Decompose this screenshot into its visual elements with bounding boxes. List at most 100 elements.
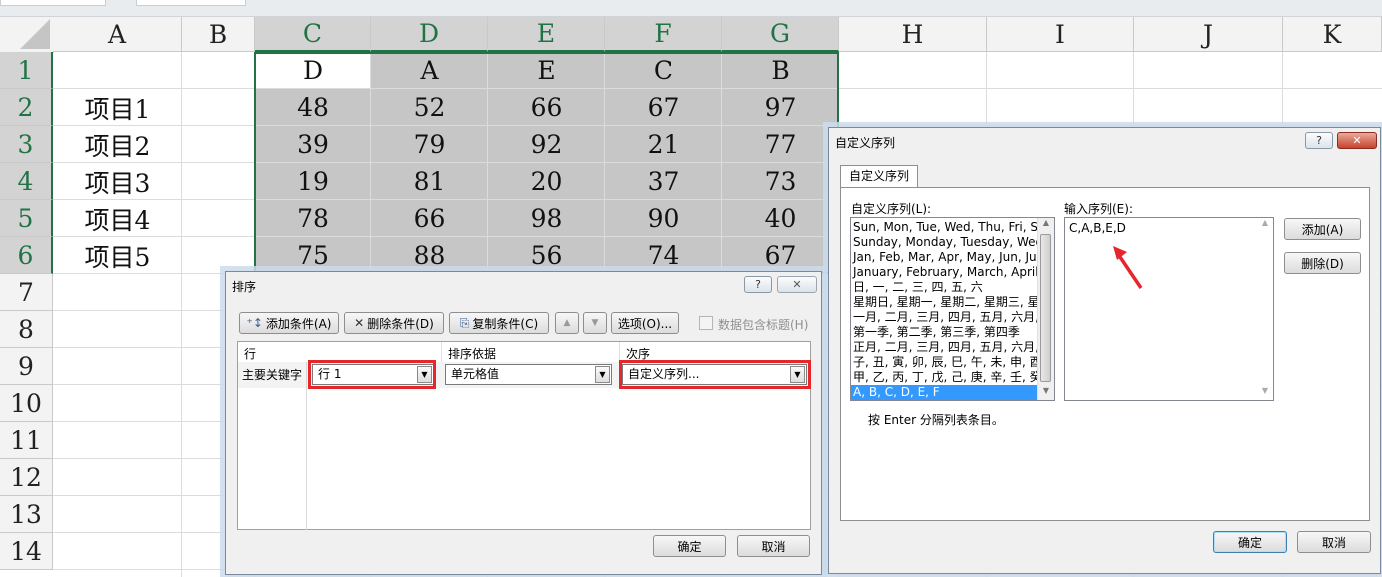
delete-level-label: 删除条件(D) xyxy=(367,316,434,331)
row-header-7[interactable]: 7 xyxy=(0,274,53,311)
column-header-e[interactable]: E xyxy=(488,17,605,52)
entries-scrollbar[interactable]: ▲ ▼ xyxy=(1257,218,1273,400)
row-header-5[interactable]: 5 xyxy=(0,200,53,237)
custom-list-item[interactable]: Sunday, Monday, Tuesday, Wed xyxy=(851,235,1038,250)
help-button[interactable]: ? xyxy=(1305,132,1333,149)
delete-button[interactable]: 删除(D) xyxy=(1284,252,1361,274)
arrow-down-icon: ▼ xyxy=(591,318,599,328)
entries-label: 输入序列(E): xyxy=(1064,202,1133,216)
custom-lists-listbox[interactable]: Sun, Mon, Tue, Wed, Thu, Fri, S Sunday, M… xyxy=(850,217,1055,401)
row-header-9[interactable]: 9 xyxy=(0,348,53,385)
custom-lists-dialog: 自定义序列 ? ✕ 自定义序列 自定义序列(L): 输入序列(E): Sun, … xyxy=(828,127,1381,574)
move-down-button[interactable]: ▼ xyxy=(583,312,607,334)
custom-list-item[interactable]: 子, 丑, 寅, 卯, 辰, 巳, 午, 未, 申, 酉 xyxy=(851,355,1038,370)
move-up-button[interactable]: ▲ xyxy=(555,312,579,334)
select-all-corner[interactable] xyxy=(0,17,54,53)
cell-label[interactable]: 项目2 xyxy=(53,126,182,163)
column-header-b[interactable]: B xyxy=(182,17,255,52)
hint-text: 按 Enter 分隔列表条目。 xyxy=(868,413,1004,427)
header-checkbox-label: 数据包含标题(H) xyxy=(718,318,809,332)
custom-list-item[interactable]: A, B, C, D, E, F xyxy=(851,385,1038,400)
column-header-i[interactable]: I xyxy=(987,17,1134,52)
column-header-j[interactable]: J xyxy=(1134,17,1283,52)
scroll-up-icon[interactable]: ▲ xyxy=(1038,218,1054,232)
col-header-sort-on: 排序依据 xyxy=(448,347,497,361)
row-header-6[interactable]: 6 xyxy=(0,237,53,274)
tab-custom-lists[interactable]: 自定义序列 xyxy=(840,165,918,188)
highlight-box xyxy=(619,360,811,389)
custom-list-item[interactable]: 甲, 乙, 丙, 丁, 戊, 己, 庚, 辛, 壬, 癸 xyxy=(851,370,1038,385)
entries-textarea[interactable]: C,A,B,E,D ▲ ▼ xyxy=(1064,217,1274,401)
add-button[interactable]: 添加(A) xyxy=(1284,218,1361,240)
cancel-button[interactable]: 取消 xyxy=(1297,531,1371,553)
sort-on-select[interactable]: 单元格值 ▼ xyxy=(445,364,612,385)
custom-list-item[interactable]: 第一季, 第二季, 第三季, 第四季 xyxy=(851,325,1038,340)
scroll-thumb[interactable] xyxy=(1040,234,1051,382)
cell-label[interactable]: 项目4 xyxy=(53,200,182,237)
row-header-13[interactable]: 13 xyxy=(0,496,53,533)
lists-label: 自定义序列(L): xyxy=(851,202,932,216)
custom-list-item[interactable]: Jan, Feb, Mar, Apr, May, Jun, Ju xyxy=(851,250,1038,265)
row-header-4[interactable]: 4 xyxy=(0,163,53,200)
column-header-g[interactable]: G xyxy=(722,17,839,52)
close-button[interactable]: ✕ xyxy=(1337,132,1377,149)
row-header-3[interactable]: 3 xyxy=(0,126,53,163)
cell-label[interactable]: 项目5 xyxy=(53,237,182,274)
cancel-button[interactable]: 取消 xyxy=(737,535,810,557)
custom-list-item[interactable]: 正月, 二月, 三月, 四月, 五月, 六月, xyxy=(851,340,1038,355)
scroll-up-icon[interactable]: ▲ xyxy=(1257,218,1273,232)
ok-button[interactable]: 确定 xyxy=(1213,531,1287,553)
column-header-d[interactable]: D xyxy=(371,17,488,52)
delete-icon: ✕ xyxy=(354,316,365,330)
sort-on-select-value: 单元格值 xyxy=(451,367,500,381)
column-header-c[interactable]: C xyxy=(255,17,371,52)
cell-label[interactable]: 项目3 xyxy=(53,163,182,200)
top-tab[interactable] xyxy=(136,0,246,6)
column-header-f[interactable]: F xyxy=(605,17,722,52)
scroll-down-icon[interactable]: ▼ xyxy=(1038,386,1054,400)
copy-icon: ⎘ xyxy=(459,315,470,330)
add-level-button[interactable]: ⁺↕ 添加条件(A) xyxy=(239,312,339,334)
selection-border xyxy=(254,52,839,274)
tab-panel: 自定义序列(L): 输入序列(E): Sun, Mon, Tue, Wed, T… xyxy=(840,187,1370,521)
custom-lists-title: 自定义序列 xyxy=(835,136,896,150)
sort-dialog: 排序 ? ✕ ⁺↕ 添加条件(A) ✕ 删除条件(D) ⎘ 复制条件(C) ▲ ▼ 选… xyxy=(225,271,822,575)
dropdown-arrow-icon[interactable]: ▼ xyxy=(595,366,610,383)
column-header-k[interactable]: K xyxy=(1283,17,1382,52)
window-top-strip xyxy=(0,0,1382,17)
cell-label[interactable]: 项目1 xyxy=(53,89,182,126)
lists-scrollbar[interactable]: ▲ ▼ xyxy=(1037,218,1054,400)
ok-button[interactable]: 确定 xyxy=(653,535,726,557)
delete-level-button[interactable]: ✕ 删除条件(D) xyxy=(344,312,444,334)
custom-list-item[interactable]: 一月, 二月, 三月, 四月, 五月, 六月, xyxy=(851,310,1038,325)
add-level-icon: ⁺↕ xyxy=(246,316,263,330)
options-button[interactable]: 选项(O)... xyxy=(611,312,679,334)
row-header-8[interactable]: 8 xyxy=(0,311,53,348)
column-header-h[interactable]: H xyxy=(839,17,987,52)
row-header-2[interactable]: 2 xyxy=(0,89,53,126)
entries-text: C,A,B,E,D xyxy=(1069,221,1126,235)
column-header-a[interactable]: A xyxy=(53,17,182,52)
sort-dialog-title: 排序 xyxy=(232,280,257,294)
custom-list-item[interactable]: 星期日, 星期一, 星期二, 星期三, 星 xyxy=(851,295,1038,310)
scroll-down-icon[interactable]: ▼ xyxy=(1257,386,1273,400)
header-checkbox[interactable] xyxy=(699,316,713,330)
add-level-label: 添加条件(A) xyxy=(265,316,332,331)
arrow-up-icon: ▲ xyxy=(563,318,571,328)
col-header-row: 行 xyxy=(244,347,257,361)
custom-list-item[interactable]: Sun, Mon, Tue, Wed, Thu, Fri, S xyxy=(851,220,1038,235)
copy-level-label: 复制条件(C) xyxy=(472,316,539,331)
top-tab[interactable] xyxy=(0,0,106,6)
row-header-11[interactable]: 11 xyxy=(0,422,53,459)
help-button[interactable]: ? xyxy=(744,276,772,293)
copy-level-button[interactable]: ⎘ 复制条件(C) xyxy=(449,312,549,334)
row-header-1[interactable]: 1 xyxy=(0,52,53,89)
row-header-12[interactable]: 12 xyxy=(0,459,53,496)
close-button[interactable]: ✕ xyxy=(777,276,817,293)
custom-list-item[interactable]: January, February, March, April, xyxy=(851,265,1038,280)
red-arrow-annotation xyxy=(1113,246,1143,289)
row-header-10[interactable]: 10 xyxy=(0,385,53,422)
custom-list-item[interactable]: 日, 一, 二, 三, 四, 五, 六 xyxy=(851,280,1038,295)
row-header-14[interactable]: 14 xyxy=(0,533,53,570)
highlight-box xyxy=(308,360,436,389)
